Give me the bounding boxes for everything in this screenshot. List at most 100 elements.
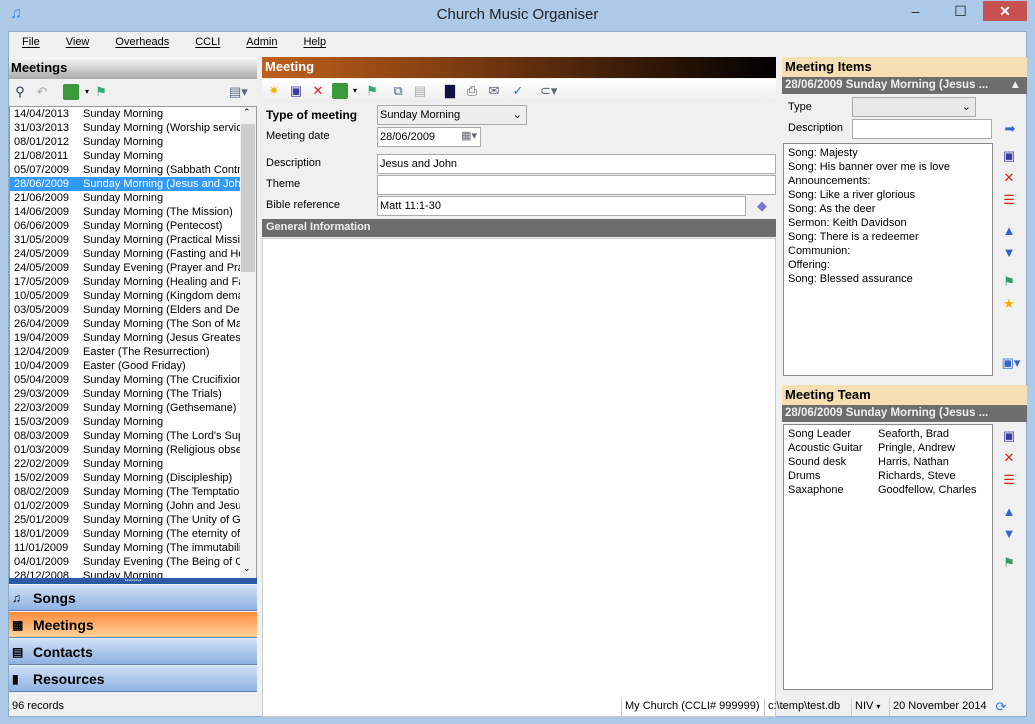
item-description-input[interactable] — [852, 119, 992, 139]
meeting-item[interactable]: Communion: — [788, 244, 988, 258]
print-icon[interactable]: ⎙ — [464, 83, 480, 99]
meeting-row[interactable]: 11/01/2009 Sunday Morning (The immutabili… — [10, 541, 240, 555]
meeting-row[interactable]: 29/03/2009 Sunday Morning (The Trials) — [10, 387, 240, 401]
star-icon[interactable]: ★ — [1001, 296, 1017, 312]
import-icon[interactable]: ⚑ — [1001, 274, 1017, 290]
menu-admin[interactable]: Admin — [233, 32, 290, 48]
meeting-row[interactable]: 12/04/2009 Easter (The Resurrection) — [10, 345, 240, 359]
nav-splitter[interactable]: ▪▪▪▪▪▪▪▪ — [9, 578, 257, 584]
meeting-row[interactable]: 15/03/2009 Sunday Morning — [10, 415, 240, 429]
meetings-list[interactable]: 14/04/2013 Sunday Morning 31/03/2013 Sunday… — [9, 106, 257, 579]
scrollbar-thumb[interactable] — [241, 124, 255, 272]
team-member-row[interactable]: Drums Richards, Steve — [788, 469, 988, 483]
move-up-icon[interactable]: ▲ — [1001, 504, 1017, 520]
bible-lookup-icon[interactable]: ◆ — [754, 198, 770, 214]
meeting-row[interactable]: 14/04/2013 Sunday Morning — [10, 107, 240, 121]
meeting-team-list[interactable]: Song Leader Seaforth, Brad Acoustic Guitar… — [783, 424, 993, 690]
meeting-row[interactable]: 15/02/2009 Sunday Morning (Discipleship) — [10, 471, 240, 485]
meeting-row[interactable]: 31/05/2009 Sunday Morning (Practical Miss… — [10, 233, 240, 247]
paste-icon[interactable]: ▤ — [412, 83, 428, 99]
meeting-items-list[interactable]: Song: Majesty Song: His banner over me is… — [783, 143, 993, 376]
meeting-row[interactable]: 14/06/2009 Sunday Morning (The Mission) — [10, 205, 240, 219]
meeting-row[interactable]: 28/06/2009 Sunday Morning (Jesus and John — [10, 177, 240, 191]
meeting-row[interactable]: 08/01/2012 Sunday Morning — [10, 135, 240, 149]
menu-overheads[interactable]: Overheads — [102, 32, 182, 48]
meeting-row[interactable]: 22/03/2009 Sunday Morning (Gethsemane) — [10, 401, 240, 415]
book-dropdown-icon[interactable] — [63, 84, 79, 100]
meeting-row[interactable]: 01/03/2009 Sunday Morning (Religious obse… — [10, 443, 240, 457]
new-icon[interactable]: ✷ — [266, 83, 282, 99]
report-dropdown-icon[interactable]: ▤▾ — [229, 84, 248, 100]
meeting-row[interactable]: 03/05/2009 Sunday Morning (Elders and Dea — [10, 303, 240, 317]
calendar-dropdown-icon[interactable]: ▦▾ — [461, 129, 477, 143]
flag-icon[interactable]: ⚑ — [364, 83, 380, 99]
bible-version-dropdown[interactable]: NIV ▾ — [851, 698, 883, 716]
meeting-item[interactable]: Sermon: Keith Davidson — [788, 216, 988, 230]
clear-list-icon[interactable]: ☰ — [1001, 472, 1017, 488]
save-icon[interactable]: ▣ — [1001, 148, 1017, 164]
delete-icon[interactable]: ✕ — [1001, 170, 1017, 186]
team-member-row[interactable]: Saxaphone Goodfellow, Charles — [788, 483, 988, 497]
team-member-row[interactable]: Acoustic Guitar Pringle, Andrew — [788, 441, 988, 455]
description-input[interactable]: Jesus and John — [377, 154, 776, 174]
meeting-row[interactable]: 04/01/2009 Sunday Evening (The Being of G — [10, 555, 240, 569]
meeting-row[interactable]: 21/06/2009 Sunday Morning — [10, 191, 240, 205]
meeting-row[interactable]: 25/01/2009 Sunday Morning (The Unity of G — [10, 513, 240, 527]
theme-input[interactable] — [377, 175, 776, 195]
meeting-item[interactable]: Song: Majesty — [788, 146, 988, 160]
meeting-row[interactable]: 19/04/2009 Sunday Morning (Jesus Greatest — [10, 331, 240, 345]
menu-view[interactable]: View — [53, 32, 103, 48]
import-icon[interactable]: ⚑ — [1001, 555, 1017, 571]
maximize-button[interactable]: ☐ — [938, 1, 983, 21]
meeting-item[interactable]: Song: There is a redeemer — [788, 230, 988, 244]
monitor-icon[interactable]: ▇ — [442, 83, 458, 99]
move-down-icon[interactable]: ▼ — [1001, 526, 1017, 542]
meeting-date-picker[interactable]: 28/06/2009 ▦▾ — [377, 127, 481, 147]
bible-reference-input[interactable]: Matt 11:1-30 — [377, 196, 746, 216]
meeting-row[interactable]: 24/05/2009 Sunday Evening (Prayer and Pra — [10, 261, 240, 275]
general-information-textarea[interactable] — [262, 238, 776, 717]
meeting-row[interactable]: 05/04/2009 Sunday Morning (The Crucifixio… — [10, 373, 240, 387]
find-icon[interactable]: ⚲ — [12, 84, 28, 100]
meeting-item[interactable]: Song: Blessed assurance — [788, 272, 988, 286]
meeting-row[interactable]: 10/04/2009 Easter (Good Friday) — [10, 359, 240, 373]
meetings-scrollbar[interactable]: ⌃ ⌄ — [240, 107, 256, 578]
meeting-row[interactable]: 10/05/2009 Sunday Morning (Kingdom demar — [10, 289, 240, 303]
meeting-row[interactable]: 08/03/2009 Sunday Morning (The Lord's Sup — [10, 429, 240, 443]
item-type-select[interactable]: ⌄ — [852, 97, 976, 117]
type-of-meeting-select[interactable]: Sunday Morning ⌄ — [377, 105, 527, 125]
meeting-row[interactable]: 31/03/2013 Sunday Morning (Worship servic… — [10, 121, 240, 135]
meeting-row[interactable]: 05/07/2009 Sunday Morning (Sabbath Contr — [10, 163, 240, 177]
meeting-item[interactable]: Announcements: — [788, 174, 988, 188]
meeting-row[interactable]: 21/08/2011 Sunday Morning — [10, 149, 240, 163]
meeting-row[interactable]: 26/04/2009 Sunday Morning (The Son of Mar — [10, 317, 240, 331]
scroll-up-icon[interactable]: ⌃ — [243, 107, 251, 118]
nav-meetings[interactable]: ▦ Meetings — [9, 612, 257, 638]
save-template-dropdown-icon[interactable]: ▣▾ — [999, 355, 1023, 371]
spellcheck-icon[interactable]: ✓ — [510, 83, 526, 99]
meeting-row[interactable]: 17/05/2009 Sunday Morning (Healing and Fa — [10, 275, 240, 289]
nav-songs[interactable]: ♫ Songs — [9, 585, 257, 611]
meeting-row[interactable]: 18/01/2009 Sunday Morning (The eternity o… — [10, 527, 240, 541]
menu-ccli[interactable]: CCLI — [182, 32, 233, 48]
move-down-icon[interactable]: ▼ — [1001, 245, 1017, 261]
save-icon[interactable]: ▣ — [288, 83, 304, 99]
email-icon[interactable]: ✉ — [486, 83, 502, 99]
meeting-item[interactable]: Offering: — [788, 258, 988, 272]
team-member-row[interactable]: Sound desk Harris, Nathan — [788, 455, 988, 469]
team-member-row[interactable]: Song Leader Seaforth, Brad — [788, 427, 988, 441]
refresh-icon[interactable]: ⟳ — [993, 699, 1009, 715]
menu-help[interactable]: Help — [290, 32, 339, 48]
nav-contacts[interactable]: ▤ Contacts — [9, 639, 257, 665]
meeting-row[interactable]: 08/02/2009 Sunday Morning (The Temptation — [10, 485, 240, 499]
meeting-item[interactable]: Song: Like a river glorious — [788, 188, 988, 202]
undo-icon[interactable]: ↶ — [34, 84, 50, 100]
minimize-button[interactable]: – — [893, 1, 938, 21]
add-item-arrow-icon[interactable]: ➡ — [1002, 121, 1018, 137]
scroll-down-icon[interactable]: ⌄ — [243, 563, 251, 574]
meeting-row[interactable]: 22/02/2009 Sunday Morning — [10, 457, 240, 471]
meeting-row[interactable]: 01/02/2009 Sunday Morning (John and Jesus — [10, 499, 240, 513]
menu-file[interactable]: File — [9, 32, 53, 48]
collapse-up-icon[interactable]: ▲ — [1010, 79, 1021, 91]
attachment-icon[interactable]: ⊂▾ — [540, 83, 557, 99]
